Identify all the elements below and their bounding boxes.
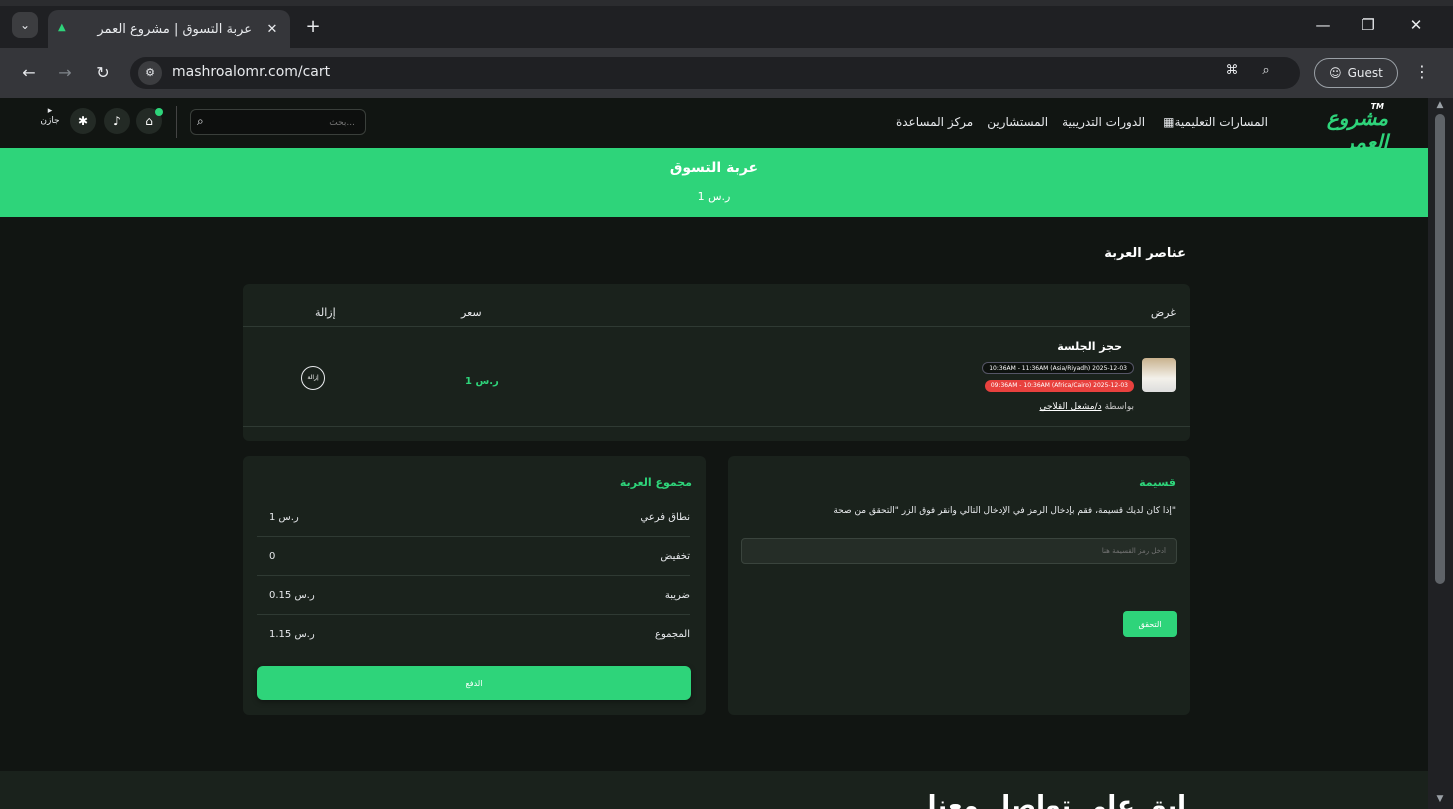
scroll-down-icon[interactable]: ▼ bbox=[1435, 794, 1445, 804]
nav-item-help-center[interactable]: مركز المساعدة bbox=[896, 115, 973, 129]
url-text: mashroalomr.com/cart bbox=[172, 64, 331, 80]
profile-button[interactable]: ☺ Guest bbox=[1314, 58, 1398, 88]
site-info-icon[interactable]: ⚙ bbox=[138, 61, 162, 85]
browser-tab[interactable]: ▲ عربة التسوق | مشروع العمر ✕ bbox=[48, 10, 290, 48]
scroll-up-icon[interactable]: ▲ bbox=[1435, 100, 1445, 110]
browser-toolbar: ← → ↻ ⚙ mashroalomr.com/cart ⌘ ⌕ ☺ Guest… bbox=[0, 48, 1453, 98]
instructor-link[interactable]: د/مشعل القلاجي bbox=[1039, 402, 1101, 412]
remove-item-button[interactable]: إزالة bbox=[301, 366, 325, 390]
new-tab-icon[interactable]: + bbox=[302, 16, 324, 38]
totals-value: 0 bbox=[269, 551, 276, 562]
header-divider bbox=[176, 106, 177, 138]
verify-coupon-button[interactable]: التحقق bbox=[1123, 611, 1177, 637]
totals-row: نطاق فرعي 1 ر.س bbox=[257, 498, 690, 537]
logo-text: مشروع العمر bbox=[1326, 106, 1388, 154]
column-header-offer: غرض bbox=[1150, 306, 1176, 319]
page-viewport: مشروع العمر TM ▦المسارات التعليمية الدور… bbox=[0, 98, 1428, 809]
forward-icon[interactable]: → bbox=[54, 62, 76, 84]
site-footer: ابق على تواصل معنا bbox=[0, 771, 1428, 809]
logo-tm: TM bbox=[1370, 102, 1384, 111]
scrollbar-thumb[interactable] bbox=[1435, 114, 1445, 584]
totals-label: تخفيض bbox=[660, 551, 690, 562]
settings-gear-icon[interactable]: ✱ bbox=[70, 108, 96, 134]
totals-row: المجموع 1.15 ر.س bbox=[257, 615, 690, 654]
item-byline: بواسطة د/مشعل القلاجي bbox=[1039, 402, 1134, 412]
column-header-remove: إزالة bbox=[315, 306, 336, 319]
coupon-description: إذا كان لديك قسيمة، فقم بإدخال الرمز في … bbox=[833, 506, 1176, 516]
nav-item-learning-paths[interactable]: ▦المسارات التعليمية bbox=[1159, 115, 1268, 129]
zoom-icon[interactable]: ⌕ bbox=[1256, 63, 1276, 83]
session-time-riyadh: 10:36AM - 11:36AM (Asia/Riyadh) 2025-12-… bbox=[982, 362, 1134, 374]
back-icon[interactable]: ← bbox=[18, 62, 40, 84]
totals-value: 1.15 ر.س bbox=[269, 629, 315, 640]
language-label: جازن bbox=[40, 116, 60, 126]
coupon-code-input[interactable] bbox=[741, 538, 1177, 564]
tab-search-icon[interactable]: ⌄ bbox=[12, 12, 38, 38]
search-input[interactable] bbox=[215, 114, 355, 132]
tab-title: عربة التسوق | مشروع العمر bbox=[97, 21, 252, 37]
site-header: مشروع العمر TM ▦المسارات التعليمية الدور… bbox=[0, 98, 1428, 154]
close-window-icon[interactable]: ✕ bbox=[1396, 16, 1436, 40]
item-name: حجز الجلسة bbox=[1057, 340, 1122, 353]
minimize-icon[interactable]: — bbox=[1303, 16, 1343, 40]
totals-value: 1 ر.س bbox=[269, 512, 299, 523]
cart-items-heading: عناصر العربة bbox=[1104, 246, 1186, 261]
by-label: بواسطة bbox=[1104, 402, 1134, 412]
totals-row: ضريبة 0.15 ر.س bbox=[257, 576, 690, 615]
totals-value: 0.15 ر.س bbox=[269, 590, 315, 601]
nav-item-consultants[interactable]: المستشارين bbox=[987, 115, 1048, 129]
language-switch[interactable]: ▸ جازن bbox=[38, 106, 62, 126]
totals-label: نطاق فرعي bbox=[640, 512, 690, 523]
flag-icon: ▸ bbox=[47, 106, 53, 116]
page-banner: عربة التسوق 1 ر.س bbox=[0, 148, 1428, 217]
column-header-price: سعر bbox=[461, 306, 482, 319]
restore-icon[interactable]: ❐ bbox=[1348, 16, 1388, 40]
main-nav: ▦المسارات التعليمية الدورات التدريبية ال… bbox=[896, 115, 1268, 129]
site-logo[interactable]: مشروع العمر TM bbox=[1310, 102, 1388, 154]
cart-icon[interactable]: ⌂ bbox=[136, 108, 163, 134]
footer-heading: ابق على تواصل معنا bbox=[927, 791, 1186, 809]
browser-menu-icon[interactable]: ⋮ bbox=[1412, 62, 1432, 81]
totals-label: المجموع bbox=[655, 629, 690, 640]
checkout-button[interactable]: الدفع bbox=[257, 666, 691, 700]
notification-bell-icon[interactable]: ♪ bbox=[104, 108, 130, 134]
page-scrollbar[interactable]: ▲ ▼ bbox=[1428, 98, 1453, 809]
instructor-avatar bbox=[1142, 358, 1176, 392]
cart-items-card: غرض سعر إزالة حجز الجلسة 10:36AM - 11:36… bbox=[243, 284, 1190, 441]
coupon-heading: قسيمة bbox=[1139, 476, 1176, 489]
header-divider-line bbox=[243, 326, 1190, 327]
grid-icon: ▦ bbox=[1163, 115, 1175, 129]
search-icon[interactable]: ⌕ bbox=[197, 114, 204, 129]
site-favicon-icon: ▲ bbox=[58, 22, 66, 33]
banner-subtotal: 1 ر.س bbox=[697, 190, 731, 203]
tab-close-icon[interactable]: ✕ bbox=[264, 22, 280, 37]
session-time-cairo: 09:36AM - 10:36AM (Africa/Cairo) 2025-12… bbox=[984, 380, 1134, 392]
totals-label: ضريبة bbox=[664, 590, 690, 601]
cart-totals-heading: مجموع العربة bbox=[619, 476, 692, 489]
cart-totals-card: مجموع العربة نطاق فرعي 1 ر.س تخفيض 0 ضري… bbox=[243, 456, 706, 715]
profile-icon: ☺ bbox=[1329, 66, 1342, 80]
reload-icon[interactable]: ↻ bbox=[92, 62, 114, 84]
search-box: ⌕ bbox=[190, 109, 366, 135]
page-title: عربة التسوق bbox=[669, 160, 759, 176]
nav-item-courses[interactable]: الدورات التدريبية bbox=[1062, 115, 1145, 129]
coupon-card: قسيمة إذا كان لديك قسيمة، فقم بإدخال الر… bbox=[728, 456, 1190, 715]
item-price: 1 ر.س bbox=[465, 376, 499, 387]
translate-icon[interactable]: ⌘ bbox=[1222, 63, 1242, 83]
profile-label: Guest bbox=[1347, 66, 1383, 80]
address-bar[interactable]: ⚙ mashroalomr.com/cart ⌘ ⌕ bbox=[130, 57, 1300, 89]
row-divider-line bbox=[243, 426, 1190, 427]
cart-badge bbox=[155, 108, 163, 116]
browser-tab-strip: ⌄ ▲ عربة التسوق | مشروع العمر ✕ + — ❐ ✕ bbox=[0, 0, 1453, 48]
totals-row: تخفيض 0 bbox=[257, 537, 690, 576]
